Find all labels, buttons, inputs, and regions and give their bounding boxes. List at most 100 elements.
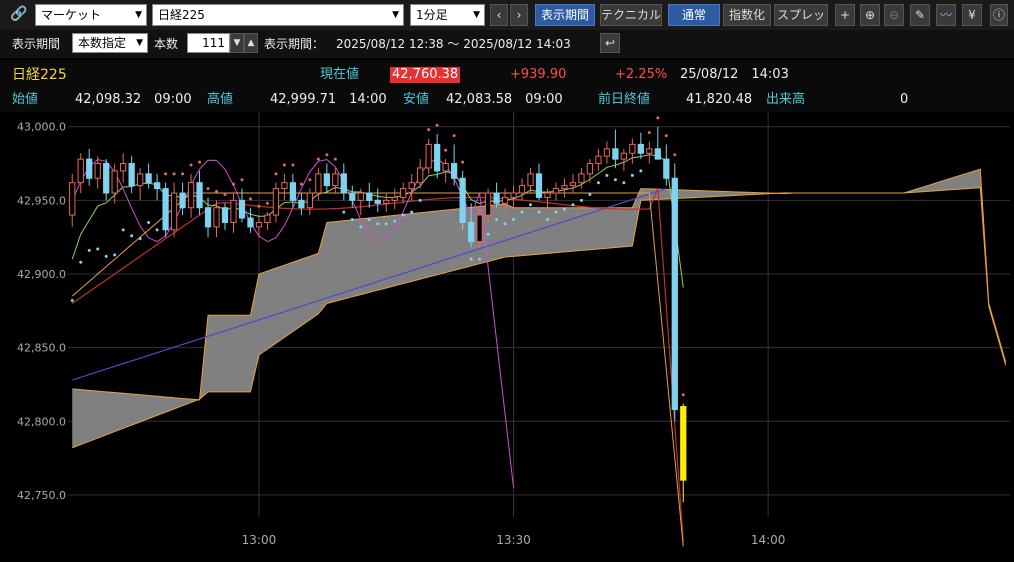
price-chart[interactable]: 43,000.0 42,950.0 42,900.0 42,850.0 42,800.0… bbox=[0, 112, 1014, 562]
candle-body bbox=[340, 173, 347, 194]
period-bar: 表示期間 本数指定 ▼ 本数 111 ▼ ▲ 表示期間： 2025/08/12 … bbox=[0, 30, 1014, 58]
psar-dot bbox=[113, 253, 117, 257]
period-mode-select[interactable]: 本数指定 ▼ bbox=[72, 33, 148, 53]
candle-body bbox=[247, 217, 254, 228]
psar-dot bbox=[206, 187, 210, 191]
chevron-down-icon: ▼ bbox=[136, 38, 143, 48]
zoom-in-icon[interactable]: ⊕ bbox=[860, 4, 880, 26]
current-label: 現在値 bbox=[320, 67, 360, 82]
count-input-value: 111 bbox=[202, 36, 225, 50]
candle-body bbox=[170, 192, 178, 231]
interval-select[interactable]: 1分足 ▼ bbox=[410, 4, 485, 26]
psar-dot bbox=[520, 210, 524, 214]
interval-select-value: 1分足 bbox=[416, 8, 448, 22]
count-up-button[interactable]: ▲ bbox=[244, 33, 258, 53]
psar-dot bbox=[486, 232, 490, 236]
index-button[interactable]: 指数化 bbox=[723, 4, 771, 26]
candle-body bbox=[332, 173, 339, 187]
period-button[interactable]: 表示期間 bbox=[535, 4, 595, 26]
market-select-value: マーケット bbox=[41, 8, 102, 22]
normal-button[interactable]: 通常 bbox=[668, 4, 720, 26]
zoom-out-icon[interactable]: ⊖ bbox=[884, 4, 904, 26]
technical-button[interactable]: テクニカル bbox=[600, 4, 662, 26]
psar-dot bbox=[376, 222, 380, 226]
candle-body bbox=[467, 221, 475, 243]
candle-body bbox=[204, 207, 212, 228]
candle-body bbox=[400, 188, 407, 198]
period-label: 表示期間 bbox=[12, 37, 61, 51]
open-label: 始値 bbox=[12, 92, 39, 107]
crosshair-icon[interactable]: + bbox=[835, 4, 855, 26]
psar-dot bbox=[181, 172, 185, 176]
candle-body bbox=[417, 167, 424, 184]
chart-type-icon[interactable]: 〰 bbox=[936, 4, 956, 26]
candle-body bbox=[391, 196, 398, 201]
psar-dot bbox=[622, 181, 626, 185]
psar-dot bbox=[495, 218, 499, 222]
psar-dot bbox=[545, 218, 549, 222]
candle-body bbox=[187, 182, 195, 209]
toolbar: 🔗 マーケット ▼ 日経225 ▼ 1分足 ▼ ‹ › 表示期間 テクニカル 通… bbox=[0, 0, 1014, 42]
pencil-icon[interactable]: ✎ bbox=[910, 4, 930, 26]
info-icon[interactable]: ⓘ bbox=[990, 4, 1008, 26]
yen-button[interactable]: ¥ bbox=[962, 4, 982, 26]
psar-dot bbox=[596, 181, 600, 185]
candle-body bbox=[501, 196, 509, 204]
candle-body bbox=[366, 192, 373, 201]
candle-body bbox=[145, 173, 152, 184]
open-value: 42,098.32 09:00 bbox=[75, 92, 192, 107]
period-mode-value: 本数指定 bbox=[78, 36, 127, 50]
psar-dot bbox=[664, 134, 668, 138]
count-down-button[interactable]: ▼ bbox=[230, 33, 244, 53]
count-label: 本数 bbox=[154, 37, 179, 51]
psar-dot bbox=[529, 203, 533, 207]
psar-dot bbox=[121, 228, 125, 232]
market-select[interactable]: マーケット ▼ bbox=[35, 4, 147, 26]
psar-dot bbox=[579, 198, 583, 202]
symbol-select-value: 日経225 bbox=[158, 8, 205, 22]
return-icon[interactable]: ↩ bbox=[600, 33, 620, 53]
psar-dot bbox=[265, 201, 269, 205]
candle-body bbox=[137, 173, 144, 187]
psar-dot bbox=[299, 182, 303, 186]
low-value: 42,083.58 09:00 bbox=[446, 92, 563, 107]
candle-body bbox=[323, 173, 330, 187]
link-icon[interactable]: 🔗 bbox=[10, 4, 30, 26]
candle-body bbox=[493, 192, 500, 204]
change-percent: +2.25% bbox=[615, 67, 668, 82]
candle-body bbox=[620, 152, 627, 160]
y-tick-label: 43,000.0 bbox=[17, 121, 66, 134]
psar-dot bbox=[673, 153, 677, 157]
spread-button[interactable]: スプレッド bbox=[774, 4, 828, 42]
candle-body bbox=[425, 143, 432, 169]
candle-body bbox=[306, 192, 313, 209]
range-value: 2025/08/12 12:38 〜 2025/08/12 14:03 bbox=[336, 37, 571, 51]
candle-body bbox=[213, 207, 220, 228]
candle-body bbox=[153, 182, 161, 190]
candle-body bbox=[646, 148, 653, 154]
x-tick-label: 13:30 bbox=[496, 533, 531, 547]
prev-button[interactable]: ‹ bbox=[490, 4, 508, 26]
chevron-down-icon: ▼ bbox=[392, 10, 399, 20]
psar-dot bbox=[138, 237, 142, 241]
count-input[interactable]: 111 bbox=[187, 33, 230, 53]
candle-body bbox=[518, 185, 526, 194]
candle-body bbox=[272, 188, 280, 216]
candle-body bbox=[298, 199, 305, 209]
prev-close-value: 41,820.48 bbox=[686, 92, 753, 107]
candle-body bbox=[255, 221, 263, 228]
psar-dot bbox=[189, 163, 193, 167]
psar-dot bbox=[613, 178, 617, 182]
psar-dot bbox=[172, 172, 176, 176]
candle-body bbox=[94, 163, 101, 179]
y-tick-label: 42,950.0 bbox=[17, 194, 66, 207]
symbol-select[interactable]: 日経225 ▼ bbox=[152, 4, 404, 26]
psar-dot bbox=[274, 172, 278, 176]
candle-body bbox=[552, 188, 560, 194]
symbol-name: 日経225 bbox=[12, 67, 67, 83]
candle-body bbox=[349, 192, 356, 201]
psar-dot bbox=[325, 153, 329, 157]
next-button[interactable]: › bbox=[510, 4, 528, 26]
candle-body bbox=[595, 155, 602, 165]
candle-body bbox=[654, 148, 661, 160]
